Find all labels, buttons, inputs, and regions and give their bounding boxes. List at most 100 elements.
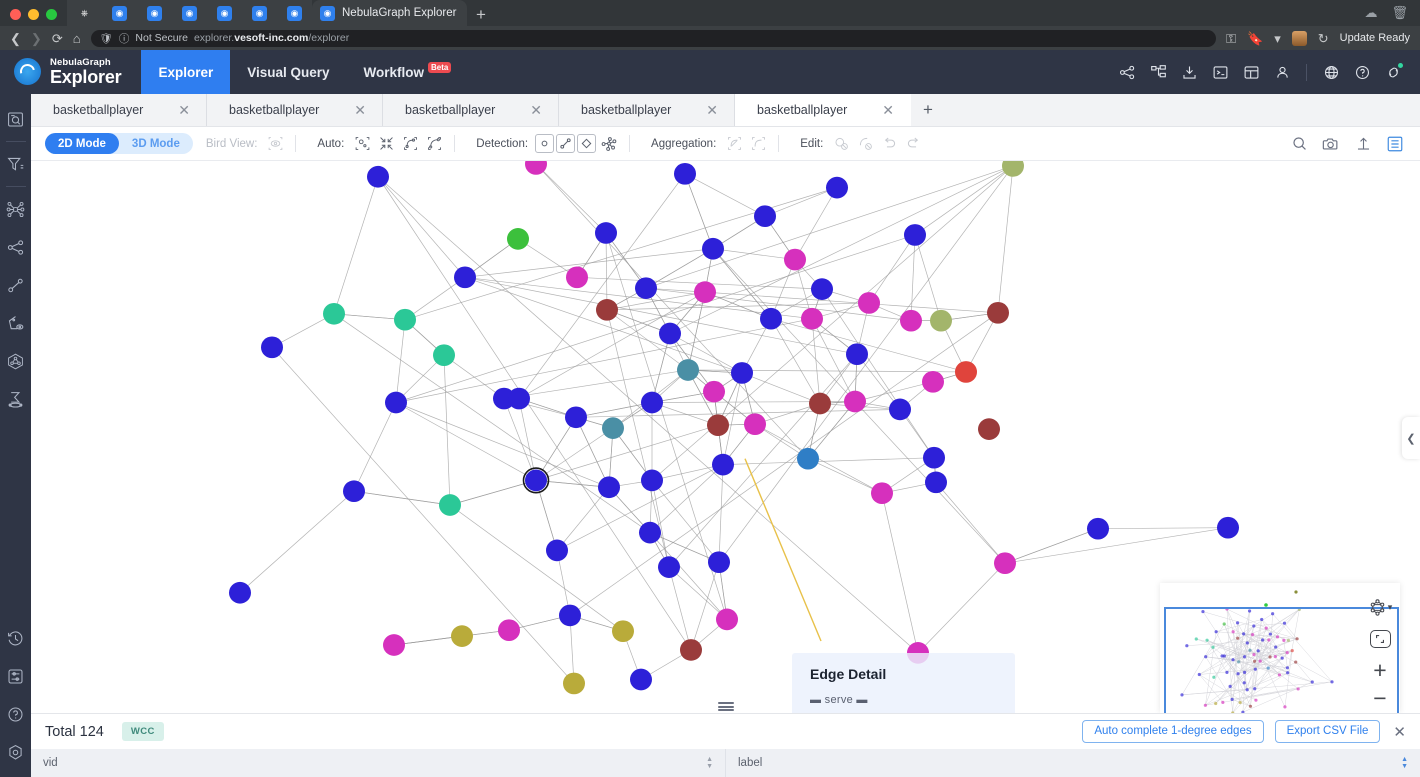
add-graph-tab-button[interactable]: + [911,94,945,126]
eye-icon[interactable] [264,133,286,154]
graph-tab-0[interactable]: basketballplayer ✕ [31,94,207,126]
back-button-icon[interactable]: ❮ [10,32,21,45]
browser-tab-4[interactable]: ◉ [172,0,207,26]
select-shape-icon[interactable] [577,134,597,153]
panel-resize-handle[interactable] [717,702,734,711]
nav-explorer[interactable]: Explorer [141,50,231,94]
aggregate-edge-icon[interactable] [723,133,745,154]
browser-tab-5[interactable]: ◉ [207,0,242,26]
info-icon[interactable]: ⓘ [119,31,130,46]
new-tab-button[interactable]: + [467,6,495,26]
window-traffic-lights[interactable] [0,9,67,26]
detail-list-icon[interactable] [1384,133,1406,155]
trash-icon[interactable]: 🗑 [1391,5,1408,21]
minimize-window-button[interactable] [28,9,39,20]
close-icon[interactable]: ✕ [1391,723,1406,741]
column-header-vid[interactable]: vid ▲ ▼ [31,749,726,777]
close-icon[interactable]: ✕ [706,103,734,117]
close-icon[interactable]: ✕ [354,103,382,117]
close-icon[interactable]: ✕ [530,103,558,117]
close-window-button[interactable] [10,9,21,20]
graph-schema-icon[interactable] [1114,59,1140,85]
wcc-badge[interactable]: WCC [121,722,164,741]
export-icon[interactable] [1352,133,1374,155]
fit-screen-icon[interactable] [1369,630,1391,648]
brand[interactable]: NebulaGraph Explorer [0,57,141,87]
select-node-icon[interactable] [535,134,555,153]
redo-icon[interactable] [902,133,924,154]
dimension-mode-switch[interactable]: 2D Mode 3D Mode [45,133,193,154]
graph-tab-4[interactable]: basketballplayer ✕ [735,94,911,126]
select-subgraph-icon[interactable] [598,133,620,154]
auto-expand-edge-icon[interactable] [399,133,421,154]
undo-icon[interactable] [878,133,900,154]
auto-expand-all-icon[interactable] [423,133,445,154]
chevron-down-icon[interactable]: ▾ [1388,602,1393,613]
export-csv-button[interactable]: Export CSV File [1274,719,1381,744]
cluster-icon[interactable] [3,346,29,376]
graph-canvas[interactable]: Edge Detail ▬ serve ▬ id:$serve player10… [31,161,1420,713]
auto-layout-icon[interactable] [351,133,373,154]
camera-icon[interactable] [1320,133,1342,155]
filter-icon[interactable] [3,149,29,179]
statistics-icon[interactable] [3,384,29,414]
browser-tab-1[interactable]: ⎈ [67,0,102,26]
help-icon[interactable] [1349,59,1375,85]
graph-tab-2[interactable]: basketballplayer ✕ [383,94,559,126]
dashboard-icon[interactable] [1238,59,1264,85]
reload-button-icon[interactable]: ⟳ [52,32,63,45]
import-icon[interactable] [1176,59,1202,85]
home-button-icon[interactable]: ⌂ [73,32,81,45]
expand-network-icon[interactable] [3,194,29,224]
update-refresh-icon[interactable]: ↻ [1318,32,1329,45]
sort-icon[interactable]: ▲ ▼ [1401,756,1408,770]
update-ready-label[interactable]: Update Ready [1340,32,1410,44]
search-node-icon[interactable] [3,104,29,134]
key-icon[interactable]: ⚿ [1226,32,1236,45]
column-header-label-col[interactable]: label ▲ ▼ [726,749,1420,777]
share-graph-icon[interactable] [3,232,29,262]
auto-complete-edges-button[interactable]: Auto complete 1-degree edges [1082,719,1264,744]
close-icon[interactable]: ✕ [178,103,206,117]
layout-graph-icon[interactable]: ▾ [1363,593,1397,621]
right-panel-collapse-button[interactable]: ❮ [1402,417,1420,459]
nav-visual-query[interactable]: Visual Query [230,50,346,94]
nav-workflow[interactable]: Workflow Beta [347,50,469,94]
mode-2d-button[interactable]: 2D Mode [45,133,119,154]
zoom-out-button[interactable]: − [1363,685,1397,713]
settings-list-icon[interactable] [3,661,29,691]
forward-button-icon[interactable]: ❯ [31,32,42,45]
bookmark-icon[interactable]: 🔖 [1247,32,1263,45]
user-icon[interactable] [1269,59,1295,85]
delete-edge-icon[interactable] [854,133,876,154]
sort-icon[interactable]: ▲ ▼ [706,756,713,770]
path-icon[interactable] [3,270,29,300]
help-circle-icon[interactable] [3,699,29,729]
search-icon[interactable] [1288,133,1310,155]
select-edge-icon[interactable] [556,134,576,153]
close-icon[interactable]: ✕ [882,103,910,117]
graph-tab-3[interactable]: basketballplayer ✕ [559,94,735,126]
globe-icon[interactable] [1318,59,1344,85]
maximize-window-button[interactable] [46,9,57,20]
delete-node-icon[interactable] [830,133,852,154]
address-bar[interactable]: 🛡 ⓘ Not Secure explorer.vesoft-inc.com/e… [90,29,1217,47]
history-icon[interactable] [3,623,29,653]
hierarchy-icon[interactable] [1145,59,1171,85]
browser-tab-2[interactable]: ◉ [102,0,137,26]
about-icon[interactable] [3,737,29,767]
browser-tab-6[interactable]: ◉ [242,0,277,26]
browser-tab-7[interactable]: ◉ [277,0,312,26]
cloud-icon[interactable]: ☁ [1364,5,1377,21]
chevron-down-icon[interactable]: ▾ [1274,32,1281,45]
zoom-in-button[interactable]: + [1363,657,1397,685]
connection-icon[interactable] [1380,59,1406,85]
mode-3d-button[interactable]: 3D Mode [119,133,193,154]
browser-tab-active[interactable]: ◉ NebulaGraph Explorer [312,0,467,26]
graph-tab-1[interactable]: basketballplayer ✕ [207,94,383,126]
profile-avatar[interactable] [1291,30,1307,46]
disaggregate-edge-icon[interactable] [747,133,769,154]
tag-visibility-icon[interactable] [3,308,29,338]
browser-tab-3[interactable]: ◉ [137,0,172,26]
console-icon[interactable] [1207,59,1233,85]
